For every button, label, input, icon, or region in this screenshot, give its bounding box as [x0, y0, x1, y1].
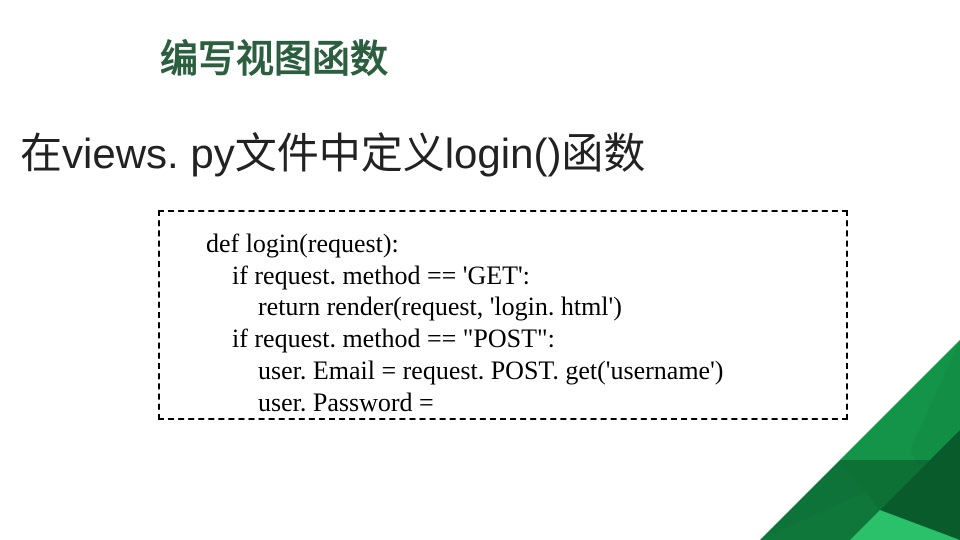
code-line: user. Email = request. POST. get('userna…	[206, 355, 834, 387]
code-line: if request. method == 'GET':	[206, 260, 834, 292]
code-line: return render(request, 'login. html')	[206, 291, 834, 323]
code-line: user. Password =	[206, 387, 834, 419]
code-line: def login(request):	[206, 228, 834, 260]
slide-title: 编写视图函数	[160, 28, 388, 83]
slide-subtitle: 在views. py文件中定义login()函数	[20, 120, 645, 181]
code-block: def login(request): if request. method =…	[158, 210, 848, 420]
code-line: if request. method == "POST":	[206, 323, 834, 355]
code-line: request. POST. get('password')	[206, 418, 834, 420]
